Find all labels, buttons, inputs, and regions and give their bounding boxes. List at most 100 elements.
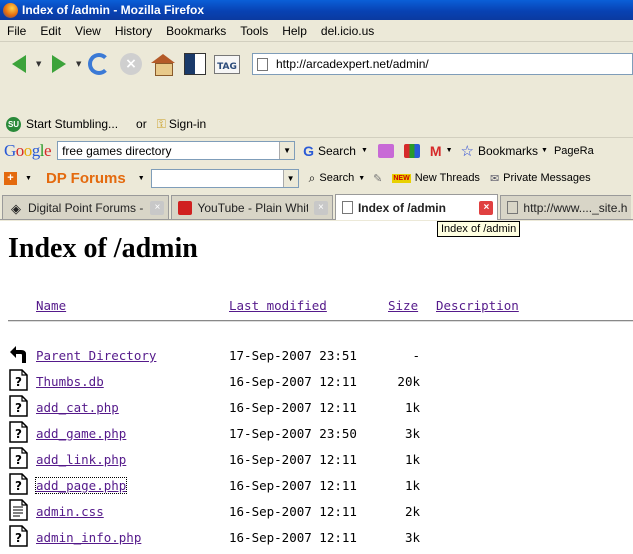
svg-text:?: ? (15, 531, 22, 545)
start-stumbling-button[interactable]: Start Stumbling... (26, 117, 118, 131)
close-tab-icon[interactable]: × (313, 200, 328, 215)
google-search-label: Search (317, 143, 356, 158)
back-history-dropdown[interactable]: ▼ (36, 60, 44, 68)
plus-icon[interactable]: + (4, 171, 17, 185)
svg-text:?: ? (15, 401, 22, 415)
file-link[interactable]: Thumbs.db (36, 374, 104, 389)
pencil-icon[interactable]: ✎ (373, 172, 382, 185)
file-row: ? add_game.php 17-Sep-2007 23:50 3k (0, 421, 633, 447)
file-name: Thumbs.db (36, 374, 104, 389)
file-name: Parent Directory (36, 348, 156, 363)
google-search-input[interactable]: free games directory ▼ (57, 141, 296, 160)
stop-button[interactable]: × (116, 49, 146, 79)
sort-by-description-link[interactable]: Description (436, 298, 519, 313)
file-modified: 16-Sep-2007 12:11 (229, 452, 357, 467)
menu-tools[interactable]: Tools (233, 24, 275, 38)
title-bar: Index of /admin - Mozilla Firefox (0, 0, 633, 20)
sort-by-modified-link[interactable]: Last modified (229, 298, 327, 313)
sign-in-button[interactable]: Sign-in (169, 117, 206, 131)
tab-index-admin[interactable]: Index of /admin × (334, 194, 499, 220)
tab-youtube[interactable]: YouTube - Plain Whit... × (171, 195, 333, 219)
dp-search-dropdown[interactable]: ▼ (282, 169, 298, 187)
dp-search-input[interactable]: ▼ (150, 168, 299, 188)
google-bookmarks-button[interactable]: Bookmarks (478, 144, 538, 158)
tab-digital-point[interactable]: ◈ Digital Point Forums -... × (2, 195, 170, 219)
forward-button[interactable] (44, 49, 74, 79)
column-header-description: Description (436, 298, 519, 313)
tag-button[interactable]: TAG (212, 49, 242, 79)
firefox-window: Index of /admin - Mozilla Firefox File E… (0, 0, 633, 554)
file-link[interactable]: admin_info.php (36, 530, 141, 545)
file-modified: 16-Sep-2007 12:11 (229, 478, 357, 493)
google-search-query: free games directory (62, 143, 172, 158)
file-modified: 17-Sep-2007 23:51 (229, 348, 357, 363)
sort-by-name-link[interactable]: Name (36, 298, 66, 313)
file-modified: 16-Sep-2007 12:11 (229, 530, 357, 545)
file-name: add_link.php (36, 452, 126, 467)
digital-point-favicon-icon: ◈ (11, 200, 21, 216)
tab-bar: ◈ Digital Point Forums -... × YouTube - … (0, 193, 633, 220)
google-toolbar: Google free games directory ▼ G Search ▼… (0, 137, 633, 163)
svg-text:?: ? (15, 375, 22, 389)
screen-grab-button[interactable] (180, 49, 210, 79)
dp-search-label: Search (319, 172, 355, 184)
unknown-file-icon: ? (9, 473, 28, 495)
plus-dropdown-icon[interactable]: ▼ (25, 175, 32, 182)
file-size: 1k (404, 452, 420, 467)
notebook-icon[interactable] (377, 143, 394, 158)
file-link[interactable]: add_game.php (36, 426, 126, 441)
gmail-dropdown-icon[interactable]: ▼ (446, 147, 453, 154)
dp-forums-logo[interactable]: DP Forums (46, 170, 126, 187)
home-button[interactable] (148, 49, 178, 79)
new-threads-button[interactable]: NEW New Threads (392, 172, 480, 184)
file-size: 3k (404, 530, 420, 545)
menu-file[interactable]: File (0, 24, 33, 38)
pagerank-label: PageRa (553, 144, 594, 157)
forward-history-dropdown[interactable]: ▼ (76, 60, 84, 68)
unknown-file-icon: ? (9, 525, 28, 547)
file-row: admin.css 16-Sep-2007 12:11 2k (0, 499, 633, 525)
url-bar[interactable]: http://arcadexpert.net/admin/ (252, 53, 633, 75)
private-messages-button[interactable]: ✉ Private Messages (490, 172, 591, 185)
menu-history[interactable]: History (108, 24, 159, 38)
file-link[interactable]: admin.css (36, 504, 104, 519)
menu-bookmarks[interactable]: Bookmarks (159, 24, 233, 38)
menu-help[interactable]: Help (275, 24, 314, 38)
reload-button[interactable] (84, 49, 114, 79)
tab-title: Digital Point Forums -... (28, 200, 145, 215)
sort-by-size-link[interactable]: Size (388, 298, 418, 313)
file-modified: 16-Sep-2007 12:11 (229, 374, 357, 389)
tab-other-site[interactable]: http://www...._site.h (500, 195, 631, 219)
forward-arrow-icon (52, 55, 66, 73)
google-logo-icon[interactable]: Google (4, 141, 52, 161)
dp-dropdown-icon[interactable]: ▼ (138, 175, 145, 182)
file-row: ? Thumbs.db 16-Sep-2007 12:11 20k (0, 369, 633, 395)
file-link[interactable]: Parent Directory (36, 348, 156, 363)
tab-title: http://www...._site.h (523, 200, 627, 215)
column-header-modified: Last modified (229, 298, 327, 313)
bookmark-star-icon: ☆ (460, 142, 474, 160)
private-messages-label: Private Messages (503, 172, 591, 184)
file-row: ? add_page.php 16-Sep-2007 12:11 1k (0, 473, 633, 499)
file-link[interactable]: add_page.php (34, 477, 128, 494)
close-tab-icon[interactable]: × (150, 200, 165, 215)
menu-edit[interactable]: Edit (33, 24, 68, 38)
google-search-button[interactable]: G Search ▼ (303, 143, 368, 159)
google-search-dropdown[interactable]: ▼ (279, 142, 295, 159)
back-button[interactable] (4, 49, 34, 79)
file-link[interactable]: add_cat.php (36, 400, 119, 415)
file-size: 1k (404, 400, 420, 415)
page-content: Index of /admin Name Last modified Size … (0, 221, 633, 554)
menu-delicious[interactable]: del.icio.us (314, 24, 381, 38)
bookmarks-dropdown-icon[interactable]: ▼ (541, 147, 548, 154)
gmail-icon[interactable]: M (430, 143, 442, 159)
close-tab-icon[interactable]: × (479, 200, 494, 215)
page-favicon-icon (507, 201, 519, 214)
file-link[interactable]: add_link.php (36, 452, 126, 467)
dp-search-button[interactable]: ⌕ Search ▼ (309, 171, 366, 186)
back-icon (9, 343, 28, 365)
menu-view[interactable]: View (68, 24, 108, 38)
file-modified: 17-Sep-2007 23:50 (229, 426, 357, 441)
stumbleupon-toolbar: SU Start Stumbling... or ⚿ Sign-in (0, 112, 633, 136)
gadgets-icon[interactable] (403, 143, 420, 158)
